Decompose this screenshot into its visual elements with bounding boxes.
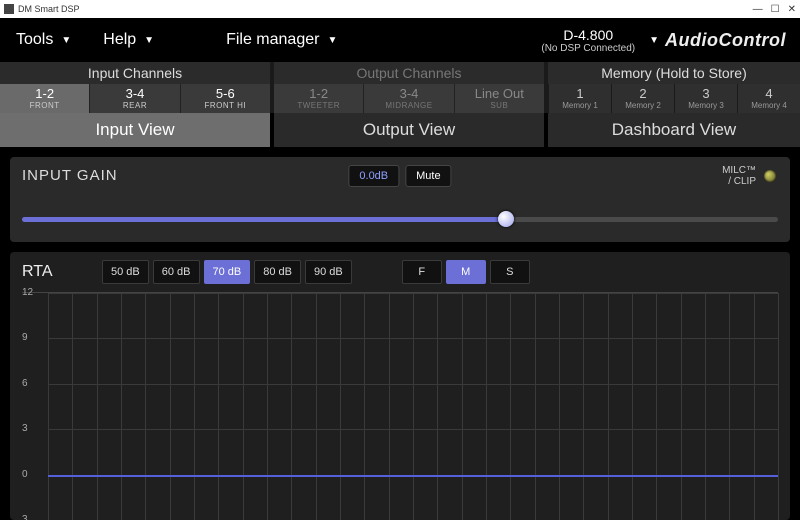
input-gain-title: INPUT GAIN — [22, 167, 118, 184]
output-channels-label: Output Channels — [274, 62, 544, 84]
memory-slot-4[interactable]: 4Memory 4 — [737, 84, 800, 113]
menu-tools[interactable]: Tools ▼ — [0, 31, 87, 49]
gain-slider[interactable] — [22, 212, 778, 226]
rta-speed-F[interactable]: F — [402, 260, 442, 284]
rta-zero-line — [48, 475, 778, 477]
minimize-button[interactable]: — — [753, 4, 763, 15]
input-channel-3-4[interactable]: 3-4REAR — [89, 84, 179, 113]
rta-speed-buttons: FMS — [402, 260, 530, 284]
mute-button[interactable]: Mute — [405, 165, 451, 187]
maximize-button[interactable]: ☐ — [771, 4, 780, 15]
view-tabs: Input View Output View Dashboard View — [0, 113, 800, 147]
input-channel-1-2[interactable]: 1-2FRONT — [0, 84, 89, 113]
rta-speed-M[interactable]: M — [446, 260, 486, 284]
tab-input-view[interactable]: Input View — [0, 113, 270, 147]
rta-plot — [48, 293, 778, 520]
slider-fill — [22, 217, 506, 222]
menu-file-manager-label: File manager — [226, 31, 319, 49]
main-menu: Tools ▼ Help ▼ File manager ▼ D-4.800 (N… — [0, 18, 800, 62]
menu-help[interactable]: Help ▼ — [87, 31, 170, 49]
os-titlebar: DM Smart DSP — ☐ ✕ — [0, 0, 800, 18]
channel-header: Input Channels 1-2FRONT3-4REAR5-6FRONT H… — [0, 62, 800, 113]
memory-slot-2[interactable]: 2Memory 2 — [611, 84, 674, 113]
tab-output-view[interactable]: Output View — [274, 113, 544, 147]
window-title: DM Smart DSP — [18, 4, 80, 14]
input-channel-5-6[interactable]: 5-6FRONT HI — [180, 84, 270, 113]
rta-grid: 1296303 — [22, 292, 778, 520]
output-channel-3-4[interactable]: 3-4MIDRANGE — [363, 84, 453, 113]
slider-thumb[interactable] — [498, 211, 514, 227]
milc-label: MILC™ / CLIP — [722, 165, 756, 187]
close-button[interactable]: ✕ — [788, 4, 796, 15]
rta-speed-S[interactable]: S — [490, 260, 530, 284]
gain-value-display[interactable]: 0.0dB — [348, 165, 399, 187]
memory-slot-1[interactable]: 1Memory 1 — [548, 84, 611, 113]
rta-db-buttons: 50 dB60 dB70 dB80 dB90 dB — [102, 260, 352, 284]
chevron-down-icon: ▼ — [61, 35, 71, 46]
rta-db-70dB[interactable]: 70 dB — [204, 260, 251, 284]
memory-label: Memory (Hold to Store) — [548, 62, 800, 84]
chevron-down-icon: ▼ — [144, 35, 154, 46]
brand-logo: AudioControl — [659, 30, 800, 51]
device-name: D-4.800 — [563, 27, 613, 43]
output-channel-1-2[interactable]: 1-2TWEETER — [274, 84, 363, 113]
milc-clip-indicator: MILC™ / CLIP — [722, 165, 776, 187]
rta-panel: RTA 50 dB60 dB70 dB80 dB90 dB FMS 129630… — [10, 252, 790, 520]
chevron-down-icon: ▼ — [649, 35, 659, 46]
menu-help-label: Help — [103, 31, 136, 49]
tab-dashboard-view[interactable]: Dashboard View — [548, 113, 800, 147]
clip-led-icon — [764, 170, 776, 182]
rta-db-80dB[interactable]: 80 dB — [254, 260, 301, 284]
chevron-down-icon: ▼ — [327, 35, 337, 46]
device-status: (No DSP Connected) — [541, 43, 635, 54]
rta-db-50dB[interactable]: 50 dB — [102, 260, 149, 284]
device-selector[interactable]: D-4.800 (No DSP Connected) — [533, 27, 643, 54]
memory-slot-3[interactable]: 3Memory 3 — [674, 84, 737, 113]
input-channels-label: Input Channels — [0, 62, 270, 84]
rta-label: RTA — [22, 263, 92, 281]
rta-db-60dB[interactable]: 60 dB — [153, 260, 200, 284]
rta-db-90dB[interactable]: 90 dB — [305, 260, 352, 284]
menu-file-manager[interactable]: File manager ▼ — [210, 31, 353, 49]
rta-y-axis: 1296303 — [22, 293, 44, 520]
input-gain-panel: INPUT GAIN 0.0dB Mute MILC™ / CLIP — [10, 157, 790, 242]
menu-tools-label: Tools — [16, 31, 53, 49]
output-channel-Line Out[interactable]: Line OutSUB — [454, 84, 544, 113]
app-favicon — [4, 4, 14, 14]
